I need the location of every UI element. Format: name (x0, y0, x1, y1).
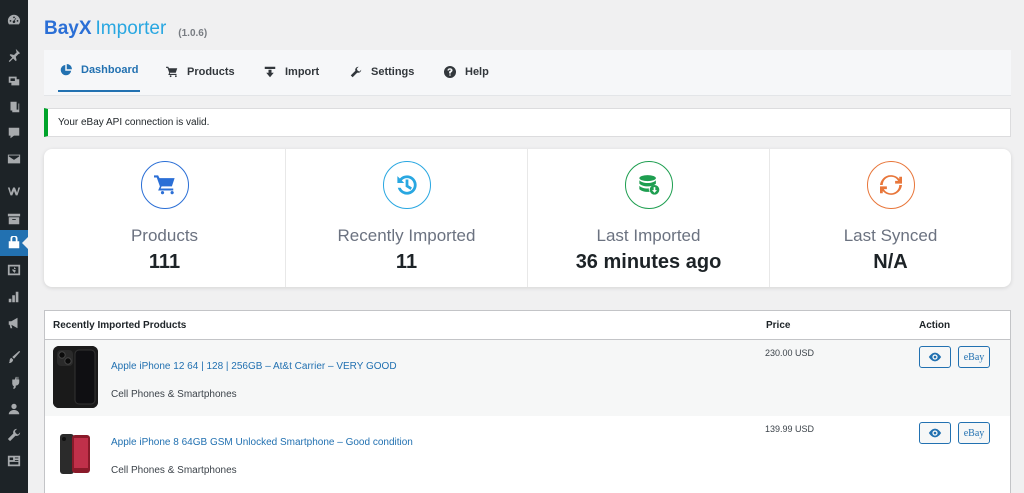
table-row: Apple iPhone 12 64 | 128 | 256GB – At&t … (45, 340, 1010, 416)
brand-name-light: Importer (95, 18, 167, 39)
version-label: (1.0.6) (178, 28, 208, 39)
ebay-button[interactable]: eBay (958, 346, 990, 368)
product-thumbnail (53, 346, 98, 408)
api-status-notice: Your eBay API connection is valid. (44, 108, 1011, 137)
eye-icon (928, 428, 942, 438)
ebay-button[interactable]: eBay (958, 422, 990, 444)
money-icon[interactable] (0, 257, 28, 283)
tab-label: Products (187, 66, 235, 78)
tab-label: Settings (371, 66, 415, 78)
product-category: Cell Phones & Smartphones (111, 465, 237, 476)
tab-settings[interactable]: Settings (350, 50, 414, 94)
stat-label: Last Synced (843, 226, 938, 245)
pin-icon[interactable] (0, 42, 28, 68)
dashboard-icon[interactable] (0, 7, 28, 33)
cart-icon (166, 66, 178, 78)
product-thumbnail (58, 432, 94, 476)
stat-card-recently-imported: Recently Imported 11 (286, 149, 528, 287)
archive-icon[interactable] (0, 206, 28, 232)
wrench-icon[interactable] (0, 422, 28, 448)
wp-admin-sidebar (0, 0, 28, 493)
sync-icon (866, 161, 915, 209)
view-button[interactable] (919, 422, 951, 444)
tab-help[interactable]: Help (444, 50, 489, 94)
stat-label: Recently Imported (337, 226, 476, 245)
history-icon (382, 161, 431, 209)
app-title: BayX Importer (1.0.6) (44, 18, 207, 40)
product-category: Cell Phones & Smartphones (111, 389, 237, 400)
help-icon (444, 66, 456, 78)
woo-icon[interactable] (0, 178, 28, 204)
megaphone-icon[interactable] (0, 310, 28, 336)
product-price: 139.99 USD (765, 424, 815, 434)
pie-chart-icon (60, 64, 72, 76)
comments-icon[interactable] (0, 120, 28, 146)
database-icon (624, 161, 673, 209)
header-price: Price (766, 320, 791, 331)
tab-bar: Dashboard Products Import Settings Help (44, 50, 1011, 96)
import-icon (264, 66, 276, 78)
tab-label: Dashboard (81, 64, 139, 76)
header-product: Recently Imported Products (53, 320, 187, 331)
table-header: Recently Imported Products Price Action (45, 311, 1010, 340)
importer-icon[interactable] (0, 230, 28, 256)
stat-value: N/A (873, 251, 908, 273)
mail-icon[interactable] (0, 146, 28, 172)
stat-value: 11 (395, 251, 418, 273)
stat-card-products: Products 111 (44, 149, 286, 287)
wrench-icon (350, 66, 362, 78)
tab-label: Help (465, 66, 489, 78)
recent-products-table: Recently Imported Products Price Action … (44, 310, 1011, 493)
stat-card-last-synced: Last Synced N/A (770, 149, 1011, 287)
tab-import[interactable]: Import (264, 50, 319, 94)
tab-label: Import (285, 66, 320, 78)
plugin-icon[interactable] (0, 370, 28, 396)
brush-icon[interactable] (0, 344, 28, 370)
cart-icon (140, 161, 189, 209)
stat-label: Last Imported (596, 226, 701, 245)
pages-icon[interactable] (0, 94, 28, 120)
stats-panel: Products 111 Recently Imported 11 Last I… (44, 149, 1011, 287)
product-price: 230.00 USD (765, 348, 815, 358)
tab-dashboard[interactable]: Dashboard (58, 50, 141, 92)
stat-value: 36 minutes ago (575, 251, 722, 273)
user-icon[interactable] (0, 396, 28, 422)
stats-icon[interactable] (0, 284, 28, 310)
media-icon[interactable] (0, 68, 28, 94)
notice-text: Your eBay API connection is valid. (58, 117, 210, 128)
header-action: Action (919, 320, 951, 331)
stat-label: Products (130, 226, 199, 245)
stat-value: 111 (148, 251, 181, 273)
product-link[interactable]: Apple iPhone 12 64 | 128 | 256GB – At&t … (111, 361, 397, 372)
product-link[interactable]: Apple iPhone 8 64GB GSM Unlocked Smartph… (111, 437, 413, 448)
tab-products[interactable]: Products (166, 50, 235, 94)
table-row: Apple iPhone 8 64GB GSM Unlocked Smartph… (45, 416, 1010, 492)
stat-card-last-imported: Last Imported 36 minutes ago (528, 149, 770, 287)
eye-icon (928, 352, 942, 362)
settings-icon[interactable] (0, 448, 28, 474)
brand-name-bold: BayX (44, 18, 92, 39)
view-button[interactable] (919, 346, 951, 368)
